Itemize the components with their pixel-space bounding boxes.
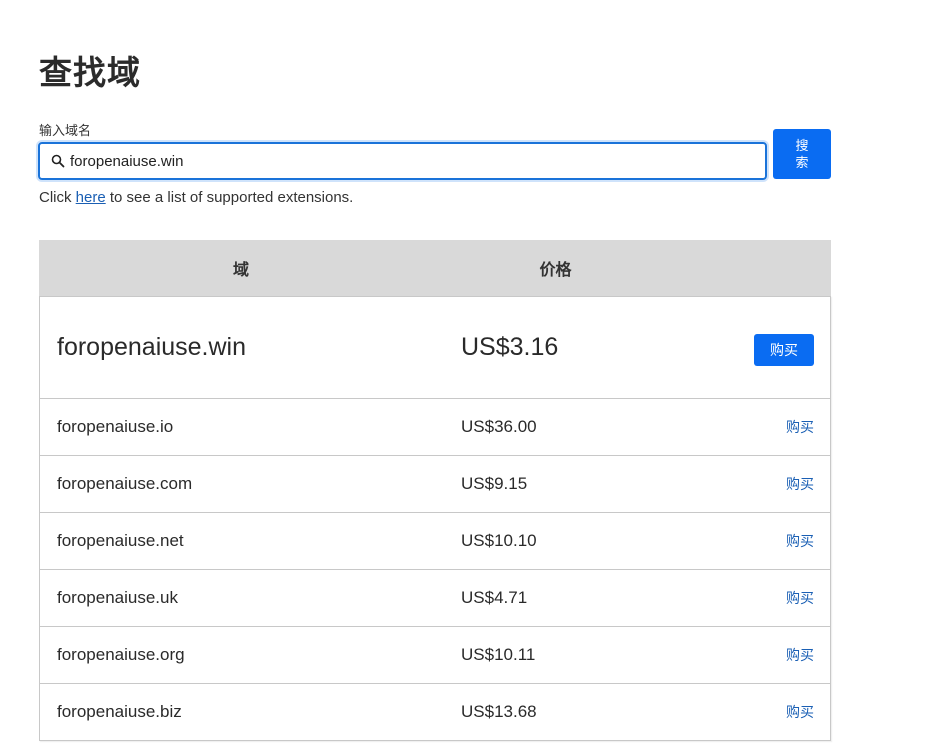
buy-link[interactable]: 购买 (786, 417, 814, 437)
search-label: 输入域名 (39, 123, 92, 138)
page-title: 查找域 (39, 54, 141, 91)
supported-extensions-link[interactable]: here (76, 189, 106, 206)
featured-domain-price: US$3.16 (461, 333, 559, 361)
domain-search-page: 查找域 输入域名 搜索 Click here to see a list of … (0, 0, 950, 744)
domain-price: US$10.10 (461, 531, 537, 550)
search-input[interactable] (70, 146, 765, 176)
buy-link[interactable]: 购买 (786, 588, 814, 608)
hint-suffix: to see a list of supported extensions. (105, 189, 354, 206)
domain-name: foropenaiuse.io (57, 417, 174, 436)
hint-prefix: Click (39, 189, 76, 206)
search-button[interactable]: 搜索 (773, 129, 831, 179)
search-icon (50, 153, 66, 169)
domain-price: US$13.68 (461, 702, 537, 721)
domain-name: foropenaiuse.org (57, 645, 185, 664)
domain-name: foropenaiuse.com (57, 474, 193, 493)
table-row: foropenaiuse.biz US$13.68 购买 (39, 684, 831, 741)
featured-domain-name: foropenaiuse.win (57, 333, 247, 361)
table-row: foropenaiuse.net US$10.10 购买 (39, 513, 831, 570)
table-row: foropenaiuse.org US$10.11 购买 (39, 627, 831, 684)
domain-price: US$4.71 (461, 588, 528, 607)
featured-result-row: foropenaiuse.win US$3.16 购买 (39, 296, 831, 399)
buy-link[interactable]: 购买 (786, 531, 814, 551)
domain-results-table: 域 价格 foropenaiuse.win US$3.16 购买 foropen… (39, 240, 831, 741)
domain-price: US$36.00 (461, 417, 537, 436)
table-row: foropenaiuse.com US$9.15 购买 (39, 456, 831, 513)
domain-name: foropenaiuse.biz (57, 702, 182, 721)
buy-link[interactable]: 购买 (786, 702, 814, 722)
table-header: 域 价格 (39, 240, 831, 296)
domain-price: US$9.15 (461, 474, 528, 493)
column-header-domain: 域 (232, 262, 249, 279)
featured-buy-button[interactable]: 购买 (754, 334, 814, 366)
column-header-price: 价格 (539, 262, 572, 279)
buy-link[interactable]: 购买 (786, 474, 814, 494)
domain-name: foropenaiuse.uk (57, 588, 178, 607)
buy-link[interactable]: 购买 (786, 645, 814, 665)
domain-name: foropenaiuse.net (57, 531, 184, 550)
table-row: foropenaiuse.uk US$4.71 购买 (39, 570, 831, 627)
domain-price: US$10.11 (461, 645, 536, 664)
supported-extensions-hint: Click here to see a list of supported ex… (39, 189, 353, 206)
table-row: foropenaiuse.io US$36.00 购买 (39, 399, 831, 456)
search-field[interactable] (38, 142, 767, 180)
